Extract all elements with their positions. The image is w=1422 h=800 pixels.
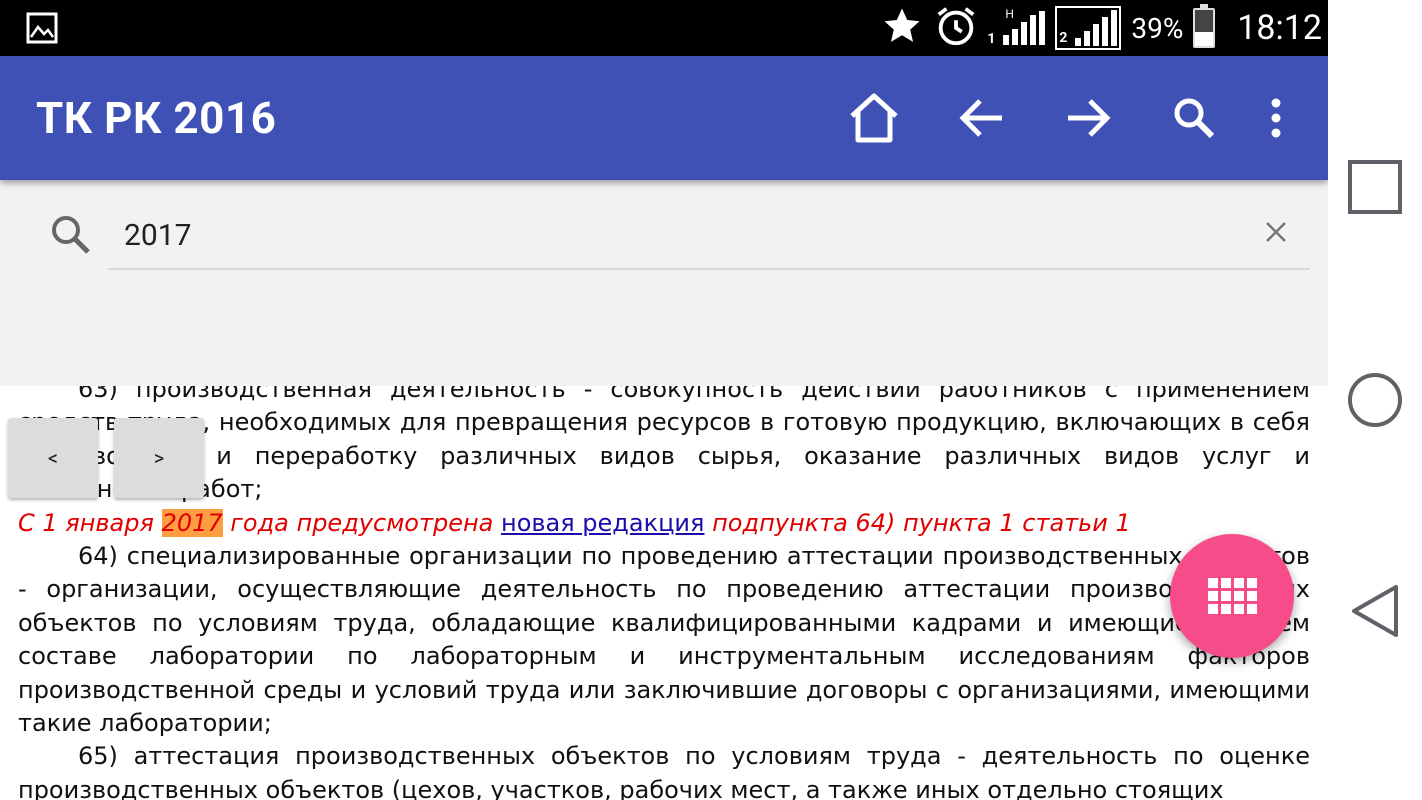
note-text-after: подпункта 64) пункта 1 статьи 1 — [704, 508, 1131, 537]
recents-button[interactable] — [1346, 158, 1404, 216]
search-icon — [1174, 98, 1215, 139]
clear-search-button[interactable] — [1258, 214, 1294, 250]
search-field-icon — [48, 212, 94, 258]
more-vert-icon — [1271, 98, 1281, 138]
search-highlight: 2017 — [161, 508, 223, 537]
prev-match-button[interactable]: < — [8, 418, 98, 498]
battery-icon — [1193, 4, 1216, 48]
paragraph-64: 64) специализированные организации по пр… — [18, 542, 1310, 738]
status-icons: 1 H 2 39% 18:12 — [881, 0, 1322, 56]
sim2-signal-icon: 2 — [1055, 6, 1122, 50]
overflow-menu-button[interactable] — [1244, 86, 1308, 150]
next-match-button[interactable]: > — [114, 418, 204, 498]
arrow-left-icon — [959, 99, 1002, 137]
paragraph-65: 65) аттестация производственных объектов… — [18, 742, 1310, 800]
app-title: ТК РК 2016 — [36, 92, 277, 144]
status-bar: 1 H 2 39% 18:12 — [0, 0, 1328, 56]
back-button[interactable] — [950, 86, 1014, 150]
star-icon — [881, 5, 923, 51]
back-nav-button[interactable] — [1346, 582, 1404, 640]
home-button[interactable] — [842, 86, 906, 150]
triangle-back-icon — [1352, 585, 1398, 637]
contents-fab-button[interactable] — [1170, 534, 1294, 658]
paragraph-63: 63) производственная деятельность - сово… — [18, 375, 1310, 504]
app-toolbar: ТК РК 2016 — [0, 56, 1328, 180]
find-in-page-panel: < > — [0, 180, 1328, 498]
document-content: 63) производственная деятельность - сово… — [18, 373, 1310, 800]
arrow-right-icon — [1068, 99, 1111, 137]
clock: 18:12 — [1237, 8, 1322, 48]
close-icon — [1266, 222, 1286, 242]
home-icon — [850, 93, 898, 143]
app-window: ТК РК 2016 2017 < > 63) производственная… — [0, 56, 1328, 800]
new-edition-link[interactable]: новая редакция — [501, 509, 704, 537]
gallery-notification-icon — [26, 12, 58, 44]
alarm-icon — [933, 3, 979, 53]
circle-icon — [1348, 373, 1402, 427]
search-button[interactable] — [1162, 86, 1226, 150]
grid-icon — [1207, 578, 1257, 614]
battery-percent: 39% — [1131, 11, 1184, 45]
forward-button[interactable] — [1056, 86, 1120, 150]
sim1-signal-icon: 1 H — [987, 7, 1046, 47]
square-icon — [1348, 160, 1402, 214]
note-text-middle: года предусмотрена — [222, 508, 501, 537]
home-nav-button[interactable] — [1346, 371, 1404, 429]
search-input[interactable] — [108, 202, 1310, 270]
note-text-before: С 1 января — [18, 508, 162, 537]
system-nav-bar — [1328, 0, 1422, 800]
revision-note: С 1 января 2017 года предусмотрена новая… — [18, 507, 1310, 540]
